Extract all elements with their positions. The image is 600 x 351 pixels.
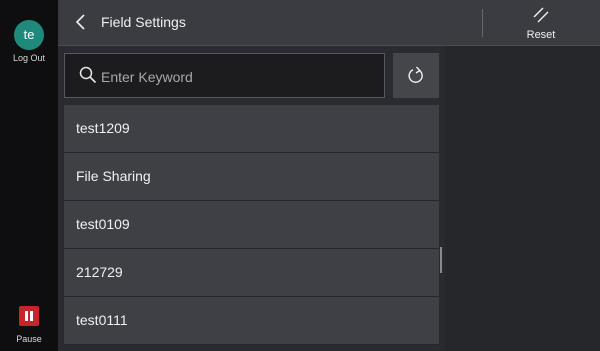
reset-label: Reset xyxy=(526,29,556,41)
list-item[interactable]: test0109 xyxy=(64,201,439,249)
user-avatar[interactable]: te xyxy=(14,20,44,50)
list-item-label: 212729 xyxy=(76,264,123,280)
list-item-label: test0109 xyxy=(76,216,130,232)
pause-button[interactable] xyxy=(19,306,39,326)
scrollbar[interactable] xyxy=(440,247,442,273)
list-item[interactable]: test0111 xyxy=(64,297,439,345)
reset-icon xyxy=(533,7,549,23)
list-item-label: test1209 xyxy=(76,120,130,136)
logout-label[interactable]: Log Out xyxy=(0,53,58,63)
page-title: Field Settings xyxy=(101,14,186,30)
search-box[interactable] xyxy=(64,53,385,98)
list-item-label: File Sharing xyxy=(76,168,151,184)
back-button[interactable] xyxy=(68,6,98,38)
search-icon xyxy=(79,66,97,84)
right-panel xyxy=(445,46,600,351)
refresh-icon xyxy=(408,66,423,83)
field-list: test1209 File Sharing test0109 212729 te… xyxy=(64,105,439,351)
refresh-button[interactable] xyxy=(393,53,439,98)
chevron-left-icon xyxy=(75,14,85,30)
header-bar: Field Settings Reset xyxy=(58,0,600,46)
list-item-label: test0111 xyxy=(76,312,128,328)
pause-icon-bar xyxy=(30,311,33,321)
list-item[interactable]: 212729 xyxy=(64,249,439,297)
header-divider xyxy=(482,9,483,37)
left-sidebar: te Log Out Pause xyxy=(0,0,58,351)
list-item[interactable]: test1209 xyxy=(64,105,439,153)
reset-button[interactable]: Reset xyxy=(511,4,571,44)
pause-icon xyxy=(25,311,28,321)
list-item[interactable]: File Sharing xyxy=(64,153,439,201)
search-input[interactable] xyxy=(99,64,373,90)
pause-label: Pause xyxy=(16,334,42,344)
